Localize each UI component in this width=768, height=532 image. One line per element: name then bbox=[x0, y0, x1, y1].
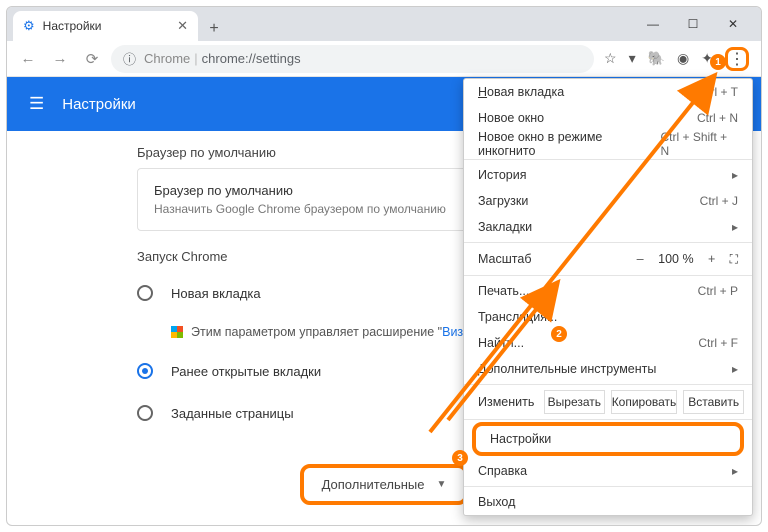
page-title: Настройки bbox=[62, 96, 136, 113]
managed-text: Этим параметром управляет расширение " bbox=[191, 325, 442, 339]
menu-zoom-row: Масштаб – 100 % + ⛶ bbox=[464, 245, 752, 273]
window-maximize-button[interactable]: ☐ bbox=[673, 7, 713, 41]
menu-item-incognito[interactable]: Новое окно в режиме инкогнитоCtrl + Shif… bbox=[464, 131, 752, 157]
advanced-button[interactable]: Дополнительные ▼ bbox=[300, 464, 469, 505]
menu-item-history[interactable]: История▸ bbox=[464, 162, 752, 188]
chevron-down-icon: ▼ bbox=[437, 479, 447, 490]
annotation-badge-3: 3 bbox=[452, 450, 468, 466]
annotation-badge-1: 1 bbox=[710, 54, 726, 70]
menu-item-downloads[interactable]: ЗагрузкиCtrl + J bbox=[464, 188, 752, 214]
menu-item-help[interactable]: Справка▸ bbox=[464, 458, 752, 484]
url-prefix: Chrome bbox=[144, 51, 190, 66]
advanced-label: Дополнительные bbox=[322, 477, 425, 492]
hamburger-menu-icon[interactable]: ☰ bbox=[29, 94, 44, 114]
menu-cut-button[interactable]: Вырезать bbox=[544, 390, 605, 414]
menu-item-find[interactable]: Найти...Ctrl + F bbox=[464, 330, 752, 356]
radio-icon-selected bbox=[137, 363, 153, 379]
tab-title: Настройки bbox=[43, 19, 102, 33]
radio-label: Ранее открытые вкладки bbox=[171, 364, 321, 379]
chrome-main-menu: Новая вкладкаCtrl + T Новое окноCtrl + N… bbox=[463, 78, 753, 516]
tab-strip: ⚙ Настройки ✕ + — ☐ ✕ bbox=[7, 7, 761, 41]
evernote-icon[interactable]: 🐘 bbox=[648, 50, 665, 67]
menu-item-cast[interactable]: Трансляция... bbox=[464, 304, 752, 330]
url-text: chrome://settings bbox=[202, 51, 301, 66]
browser-tab-settings[interactable]: ⚙ Настройки ✕ bbox=[13, 11, 198, 41]
fullscreen-icon[interactable]: ⛶ bbox=[730, 252, 738, 267]
reload-button[interactable]: ⟳ bbox=[79, 50, 105, 68]
close-tab-icon[interactable]: ✕ bbox=[177, 18, 188, 34]
star-icon[interactable]: ☆ bbox=[604, 50, 617, 67]
browser-toolbar: ← → ⟳ ⓘ Chrome | chrome://settings ☆ ▾ 🐘… bbox=[7, 41, 761, 77]
address-bar[interactable]: ⓘ Chrome | chrome://settings bbox=[111, 45, 594, 73]
window-minimize-button[interactable]: — bbox=[633, 7, 673, 41]
zoom-out-button[interactable]: – bbox=[632, 252, 648, 266]
forward-button[interactable]: → bbox=[47, 50, 73, 67]
extension-dot-icon[interactable]: ◉ bbox=[677, 50, 689, 67]
pocket-icon[interactable]: ▾ bbox=[629, 50, 636, 67]
window-close-button[interactable]: ✕ bbox=[713, 7, 753, 41]
zoom-in-button[interactable]: + bbox=[704, 252, 720, 266]
chrome-menu-button[interactable]: ⋮ bbox=[725, 47, 749, 71]
radio-icon bbox=[137, 285, 153, 301]
menu-item-new-window[interactable]: Новое окноCtrl + N bbox=[464, 105, 752, 131]
menu-edit-row: Изменить Вырезать Копировать Вставить bbox=[464, 387, 752, 417]
gear-icon: ⚙ bbox=[23, 18, 35, 34]
menu-item-settings[interactable]: Настройки bbox=[472, 422, 744, 456]
menu-item-print[interactable]: Печать...Ctrl + P bbox=[464, 278, 752, 304]
radio-label: Новая вкладка bbox=[171, 286, 261, 301]
radio-icon bbox=[137, 405, 153, 421]
site-info-icon[interactable]: ⓘ bbox=[123, 49, 136, 68]
zoom-value: 100 % bbox=[658, 252, 693, 266]
menu-copy-button[interactable]: Копировать bbox=[611, 390, 678, 414]
menu-item-bookmarks[interactable]: Закладки▸ bbox=[464, 214, 752, 240]
menu-paste-button[interactable]: Вставить bbox=[683, 390, 744, 414]
radio-label: Заданные страницы bbox=[171, 406, 294, 421]
new-tab-button[interactable]: + bbox=[202, 17, 226, 41]
menu-item-new-tab[interactable]: Новая вкладкаCtrl + T bbox=[464, 79, 752, 105]
back-button[interactable]: ← bbox=[15, 50, 41, 67]
annotation-badge-2: 2 bbox=[551, 326, 567, 342]
menu-item-more-tools[interactable]: Дополнительные инструменты▸ bbox=[464, 356, 752, 382]
ms-logo-icon bbox=[171, 326, 183, 338]
menu-item-exit[interactable]: Выход bbox=[464, 489, 752, 515]
